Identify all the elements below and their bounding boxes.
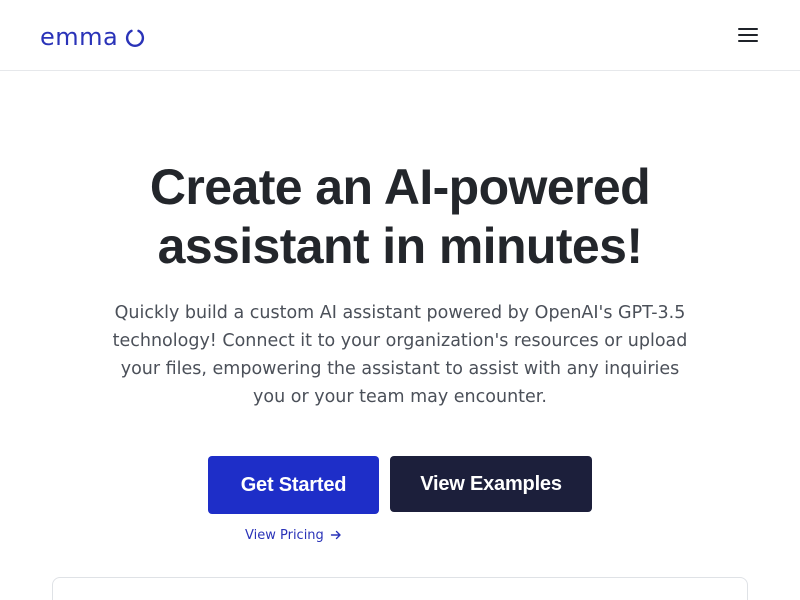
menu-bar [738,28,758,30]
menu-bar [738,40,758,42]
preview-card [52,577,748,600]
get-started-button[interactable]: Get Started [208,456,379,514]
arrow-right-icon [330,530,341,540]
hamburger-menu-icon[interactable] [735,24,761,46]
brand-name: emma [40,23,119,51]
navbar: emma [0,0,800,71]
view-pricing-label: View Pricing [245,527,324,543]
view-examples-button[interactable]: View Examples [390,456,592,512]
ring-icon [126,29,145,47]
view-pricing-link[interactable]: View Pricing [245,526,342,544]
hero-title: Create an AI-powered assistant in minute… [149,159,651,274]
menu-bar [738,34,758,36]
hero-description: Quickly build a custom AI assistant powe… [112,303,688,407]
brand-logo[interactable]: emma [40,22,146,52]
